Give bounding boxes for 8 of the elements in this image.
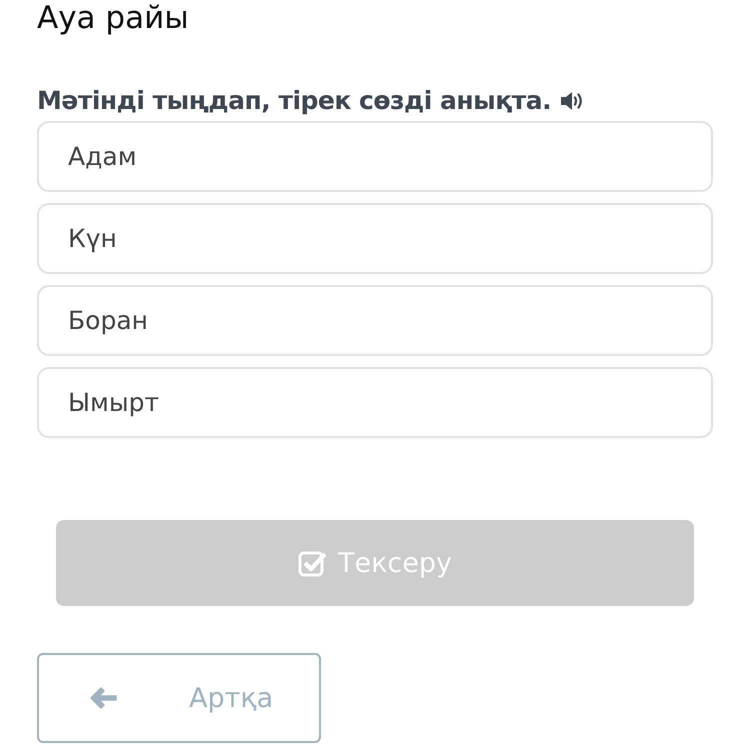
page-title: Ауа райы xyxy=(37,0,190,36)
checkbox-icon xyxy=(298,549,328,577)
question-text: Мәтінді тыңдап, тірек сөзді анықта. xyxy=(37,85,552,117)
answer-option[interactable]: Ымырт xyxy=(37,367,713,438)
answer-option[interactable]: Адам xyxy=(37,121,713,192)
answer-option[interactable]: Күн xyxy=(37,203,713,274)
arrow-left-icon xyxy=(89,685,119,711)
answer-option[interactable]: Боран xyxy=(37,285,713,356)
